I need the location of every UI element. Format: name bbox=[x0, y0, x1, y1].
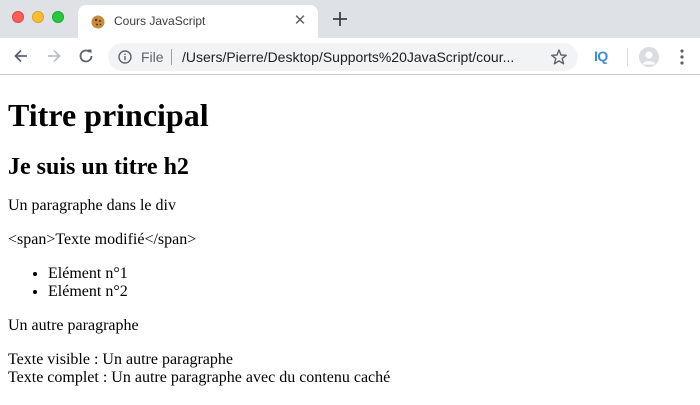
page-content: Titre principal Je suis un titre h2 Un p… bbox=[0, 76, 700, 405]
page-subtitle-h2: Je suis un titre h2 bbox=[8, 154, 189, 180]
span-text: <span>Texte modifié</span> bbox=[8, 231, 197, 248]
extension-iq-icon[interactable]: IQ bbox=[594, 48, 608, 64]
list-item: Elément n°2 bbox=[48, 283, 692, 301]
scheme-label: File bbox=[141, 49, 164, 65]
browser-toolbar: File /Users/Pierre/Desktop/Supports%20Ja… bbox=[0, 38, 700, 75]
new-tab-button[interactable] bbox=[330, 9, 350, 29]
bookmark-star-icon[interactable] bbox=[550, 48, 568, 66]
browser-tab[interactable]: Cours JavaScript ✕ bbox=[78, 5, 318, 38]
minimize-window-button[interactable] bbox=[32, 11, 44, 23]
other-paragraph: Un autre paragraphe bbox=[8, 317, 139, 334]
visible-text-line: Texte visible : Un autre paragraphe bbox=[8, 351, 234, 368]
tab-close-icon[interactable]: ✕ bbox=[292, 13, 308, 29]
close-window-button[interactable] bbox=[12, 11, 24, 23]
user-icon bbox=[639, 47, 659, 67]
reload-icon bbox=[79, 49, 93, 63]
back-button[interactable] bbox=[11, 46, 31, 66]
toolbar-divider bbox=[627, 48, 628, 66]
info-icon[interactable] bbox=[118, 50, 132, 64]
maximize-window-button[interactable] bbox=[52, 11, 64, 23]
url-text[interactable]: /Users/Pierre/Desktop/Supports%20JavaScr… bbox=[182, 49, 514, 65]
text-output: Texte visible : Un autre paragraphe Text… bbox=[8, 351, 692, 387]
arrow-right-icon bbox=[48, 49, 61, 63]
page-title: Titre principal bbox=[8, 97, 209, 133]
forward-button[interactable] bbox=[44, 46, 64, 66]
full-text-line: Texte complet : Un autre paragraphe avec… bbox=[8, 369, 391, 386]
reload-button[interactable] bbox=[76, 46, 96, 66]
tab-title: Cours JavaScript bbox=[114, 14, 206, 28]
tab-strip: Cours JavaScript ✕ bbox=[0, 0, 700, 38]
arrow-left-icon bbox=[14, 49, 27, 63]
address-bar[interactable]: File /Users/Pierre/Desktop/Supports%20Ja… bbox=[108, 43, 578, 71]
div-paragraph: Un paragraphe dans le div bbox=[8, 197, 176, 214]
omnibox-divider bbox=[171, 49, 172, 65]
more-menu-icon[interactable] bbox=[674, 47, 690, 67]
profile-avatar[interactable] bbox=[639, 47, 659, 67]
cookie-favicon-icon bbox=[91, 15, 105, 29]
bullet-list: Elément n°1 Elément n°2 bbox=[8, 265, 692, 301]
list-item: Elément n°1 bbox=[48, 265, 692, 283]
